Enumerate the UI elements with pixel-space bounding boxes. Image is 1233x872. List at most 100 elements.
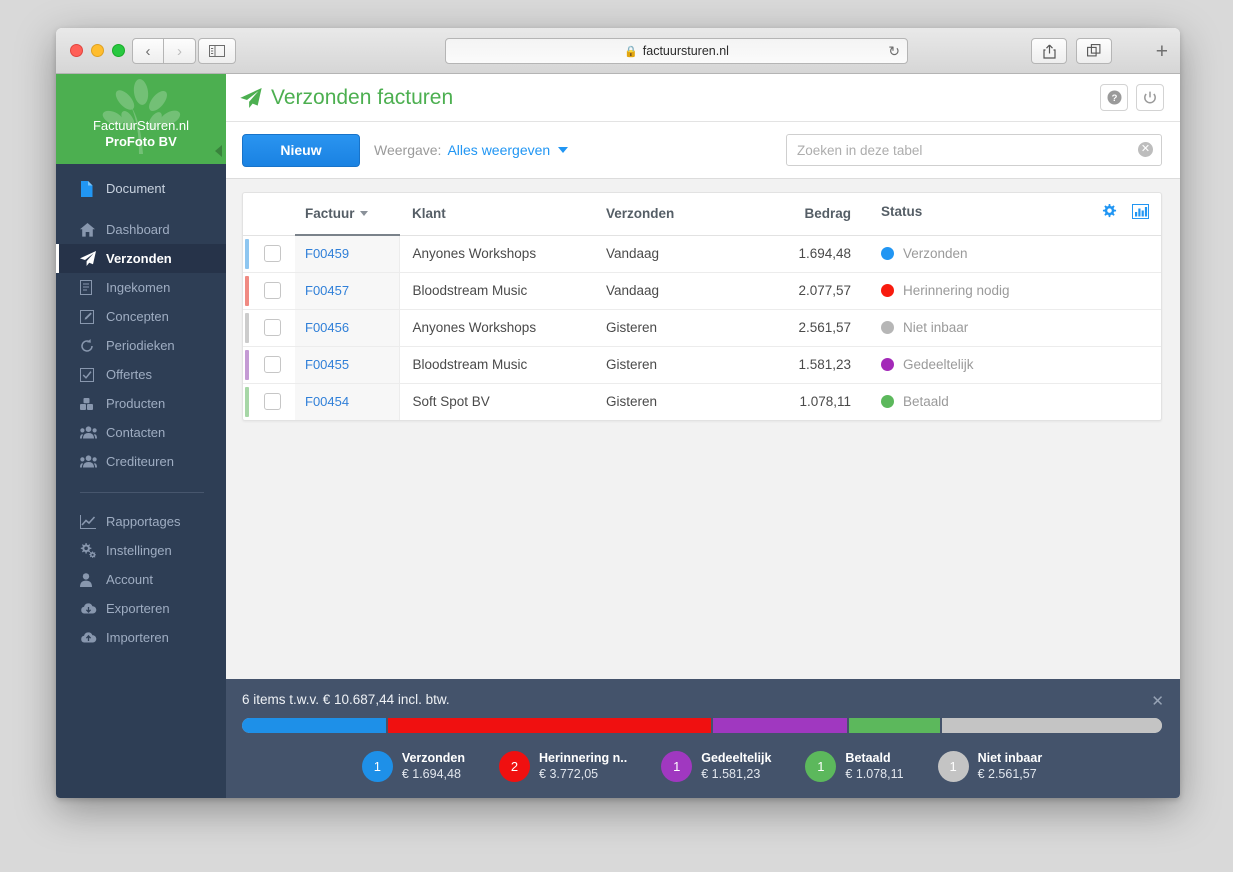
table-row[interactable]: F00456 Anyones Workshops Gisteren 2.561,57 N… (243, 309, 1161, 347)
legend-text: Herinnering n.. € 3.772,05 (539, 750, 627, 782)
help-button[interactable]: ? (1100, 84, 1128, 111)
gear-icon[interactable] (1102, 204, 1121, 223)
clear-search-icon[interactable]: ✕ (1138, 142, 1153, 157)
close-summary-icon[interactable]: ✕ (1151, 692, 1164, 710)
cloud-upload-icon (80, 631, 106, 644)
legend-item[interactable]: 1 Betaald € 1.078,11 (805, 750, 904, 782)
application-area: FactuurSturen.nl ProFoto BV Document Das… (56, 74, 1180, 798)
sidebar-item-concepten[interactable]: Concepten (56, 302, 226, 331)
sidebar-item-contacten[interactable]: Contacten (56, 418, 226, 447)
document-icon (80, 180, 106, 197)
legend-status-name: Gedeeltelijk (701, 751, 772, 765)
sidebar-item-dashboard[interactable]: Dashboard (56, 215, 226, 244)
edit-icon (80, 309, 106, 324)
show-sidebar-button[interactable] (198, 38, 236, 64)
row-checkbox-cell (249, 235, 295, 273)
browser-titlebar: ‹ › 🔒 factuursturen.nl ↻ + (56, 28, 1180, 74)
reload-button[interactable]: ↻ (888, 43, 900, 60)
view-selector-value: Alles weergeven (447, 142, 551, 158)
minimize-window-button[interactable] (91, 44, 104, 57)
sidebar-item-periodieken[interactable]: Periodieken (56, 331, 226, 360)
maximize-window-button[interactable] (112, 44, 125, 57)
view-selector[interactable]: Weergave: Alles weergeven (374, 142, 569, 158)
sidebar-item-ingekomen[interactable]: Ingekomen (56, 273, 226, 302)
browser-window: ‹ › 🔒 factuursturen.nl ↻ + FactuurSturen… (56, 28, 1180, 798)
users-icon (80, 426, 106, 439)
search-input[interactable] (786, 134, 1162, 166)
table-row[interactable]: F00457 Bloodstream Music Vandaag 2.077,57 He… (243, 272, 1161, 310)
share-button[interactable] (1031, 38, 1067, 64)
table-col-status[interactable]: Status (859, 193, 1161, 236)
brand-logo[interactable]: FactuurSturen.nl ProFoto BV (56, 74, 226, 164)
row-verzonden-cell: Gisteren (606, 394, 658, 410)
sidebar-item-producten[interactable]: Producten (56, 389, 226, 418)
row-checkbox-cell (249, 309, 295, 347)
sidebar-item-label: Crediteuren (106, 454, 174, 469)
address-bar-url: factuursturen.nl (642, 44, 729, 58)
sidebar-item-offertes[interactable]: Offertes (56, 360, 226, 389)
sidebar-item-instellingen[interactable]: Instellingen (56, 536, 226, 565)
address-bar[interactable]: 🔒 factuursturen.nl ↻ (445, 38, 908, 64)
row-checkbox-cell (249, 346, 295, 384)
page-title: Verzonden facturen (240, 86, 453, 110)
cloud-download-icon (80, 602, 106, 615)
row-factuur-cell: F00456 (295, 309, 400, 347)
close-window-button[interactable] (70, 44, 83, 57)
invoice-table: Factuur Klant Verzonden Bedrag Status F0… (243, 193, 1161, 420)
sidebar-item-label: Concepten (106, 309, 169, 324)
table-col-klant[interactable]: Klant (399, 193, 593, 236)
table-col-verzonden[interactable]: Verzonden (593, 193, 755, 236)
table-row[interactable]: F00455 Bloodstream Music Gisteren 1.581,23 G… (243, 346, 1161, 384)
sidebar-item-exporteren[interactable]: Exporteren (56, 594, 226, 623)
sidebar-divider (80, 492, 204, 493)
row-checkbox[interactable] (263, 282, 281, 299)
invoice-link[interactable]: F00455 (305, 357, 349, 372)
sidebar-item-document[interactable]: Document (56, 174, 226, 203)
sidebar-item-verzonden[interactable]: Verzonden (56, 244, 226, 273)
legend-amount: € 2.561,57 (977, 767, 1037, 781)
legend-amount: € 1.078,11 (845, 767, 904, 781)
sidebar-item-crediteuren[interactable]: Crediteuren (56, 447, 226, 476)
back-button[interactable]: ‹ (132, 38, 164, 64)
row-checkbox[interactable] (263, 319, 281, 336)
sidebar-item-importeren[interactable]: Importeren (56, 623, 226, 652)
invoice-table-card: Factuur Klant Verzonden Bedrag Status F0… (242, 192, 1162, 421)
row-verzonden-cell: Gisteren (593, 309, 755, 347)
table-row[interactable]: F00459 Anyones Workshops Vandaag 1.694,48 Ve… (243, 235, 1161, 273)
table-row[interactable]: F00454 Soft Spot BV Gisteren 1.078,11 Betaal… (243, 383, 1161, 420)
sidebar-item-label: Producten (106, 396, 166, 411)
table-col-bedrag[interactable]: Bedrag (755, 193, 859, 236)
legend-status-name: Betaald (845, 751, 891, 765)
new-invoice-button[interactable]: Nieuw (242, 133, 360, 167)
invoice-link[interactable]: F00456 (305, 320, 349, 335)
forward-button[interactable]: › (164, 38, 196, 64)
bar-chart-icon[interactable] (1132, 204, 1149, 223)
row-klant-cell: Anyones Workshops (399, 309, 593, 347)
legend-item[interactable]: 1 Gedeeltelijk € 1.581,23 (661, 750, 771, 782)
tabs-overview-button[interactable] (1076, 38, 1112, 64)
row-verzonden-cell: Gisteren (593, 346, 755, 384)
legend-item[interactable]: 2 Herinnering n.. € 3.772,05 (499, 750, 627, 782)
new-tab-button[interactable]: + (1156, 41, 1168, 62)
legend-item[interactable]: 1 Niet inbaar € 2.561,57 (937, 750, 1042, 782)
table-col-factuur[interactable]: Factuur (295, 193, 399, 236)
row-checkbox[interactable] (263, 245, 281, 262)
legend-item[interactable]: 1 Verzonden € 1.694,48 (361, 750, 465, 782)
summary-title: 6 items t.w.v. € 10.687,44 incl. btw. (242, 692, 450, 707)
sidebar-item-rapportages[interactable]: Rapportages (56, 507, 226, 536)
row-checkbox[interactable] (263, 393, 281, 411)
invoice-link[interactable]: F00457 (305, 283, 349, 298)
page-header-actions: ? (1100, 84, 1164, 111)
chevron-down-icon (558, 147, 569, 153)
status-dot (881, 321, 894, 334)
row-factuur-cell: F00459 (295, 235, 400, 273)
invoice-link[interactable]: F00459 (305, 246, 349, 261)
browser-toolbar-right (1031, 38, 1112, 64)
sidebar-item-account[interactable]: Account (56, 565, 226, 594)
invoice-link[interactable]: F00454 (305, 394, 349, 409)
collapse-sidebar-icon[interactable] (215, 145, 222, 157)
page-header: Verzonden facturen ? (226, 74, 1180, 122)
logout-button[interactable] (1136, 84, 1164, 111)
sidebar-item-label: Instellingen (106, 543, 172, 558)
row-checkbox[interactable] (263, 356, 281, 373)
